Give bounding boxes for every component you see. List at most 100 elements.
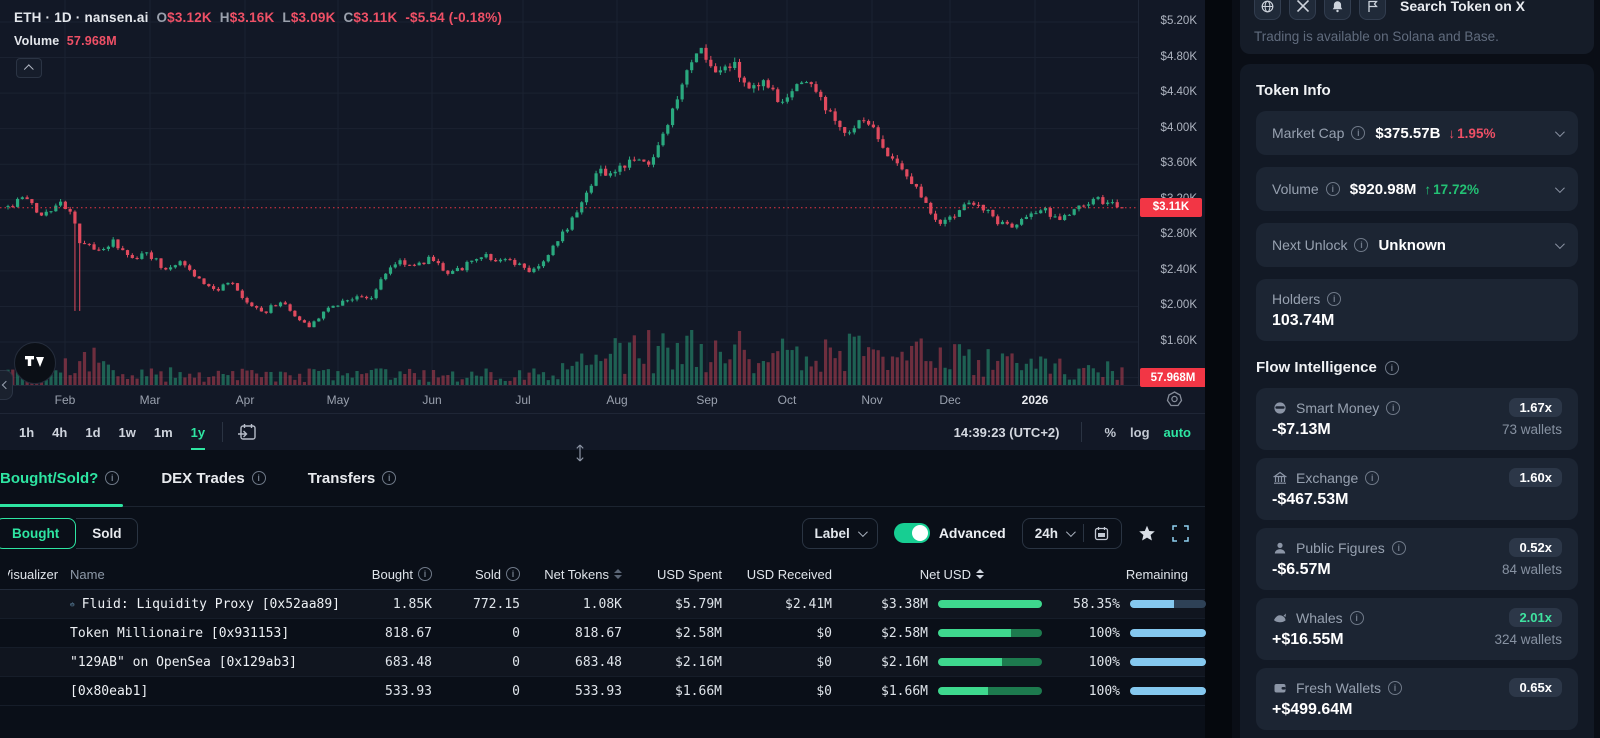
info-icon[interactable] (1354, 238, 1368, 252)
fullscreen-button[interactable] (1172, 525, 1189, 542)
flow-card-whales[interactable]: Whales2.01x+$16.55M324 wallets (1256, 598, 1578, 660)
header-remaining[interactable]: Remaining (1126, 567, 1188, 582)
chevron-down-icon[interactable] (1555, 239, 1565, 249)
time-range-dropdown[interactable]: 24h (1022, 518, 1122, 549)
header-bought[interactable]: Bought (372, 567, 413, 582)
table-row[interactable]: [0x80eab1]533.930533.93$1.66M$0$1.66M100… (0, 677, 1205, 706)
auto-scale-button[interactable]: auto (1164, 425, 1191, 440)
timeframe-4h[interactable]: 4h (43, 414, 76, 450)
goto-date-button[interactable] (237, 423, 258, 442)
info-icon[interactable] (1365, 471, 1379, 485)
volume-row[interactable]: Volume $920.98M ↑17.72% (1256, 167, 1578, 211)
price-chart-pane[interactable]: $5.20K$4.80K$4.40K$4.00K$3.60K$3.20K$2.8… (0, 0, 1205, 413)
timeframe-1d[interactable]: 1d (76, 414, 109, 450)
info-icon[interactable] (1351, 126, 1365, 140)
info-icon[interactable] (1388, 681, 1402, 695)
info-icon[interactable] (1327, 292, 1341, 306)
flow-multiplier-badge: 0.52x (1509, 538, 1562, 557)
header-usd-spent[interactable]: USD Spent (657, 567, 722, 582)
label-dropdown-value: Label (815, 526, 850, 541)
header-usd-received[interactable]: USD Received (747, 567, 832, 582)
remaining-bar (1130, 658, 1206, 666)
next-unlock-row[interactable]: Next Unlock Unknown (1256, 223, 1578, 267)
info-icon[interactable] (1326, 182, 1340, 196)
table-row[interactable]: Fluid: Liquidity Proxy [0x52aa89]1.85K77… (0, 590, 1205, 619)
date-axis[interactable]: FebMarAprMayJunJulAugSepOctNovDec2026 (0, 385, 1205, 413)
entity-name[interactable]: [0x80eab1] (70, 684, 148, 699)
symbol-title[interactable]: ETH · 1D · nansen.ai (14, 10, 149, 25)
info-icon[interactable] (1385, 361, 1399, 375)
info-icon[interactable] (1392, 541, 1406, 555)
header-net-tokens[interactable]: Net Tokens (544, 567, 609, 582)
price-axis[interactable]: $5.20K$4.80K$4.40K$4.00K$3.60K$3.20K$2.8… (1138, 0, 1205, 385)
name-cell[interactable]: Token Millionaire [0x931153] (70, 626, 340, 641)
header-net-usd[interactable]: Net USD (920, 567, 971, 582)
tab-transfers[interactable]: Transfers (288, 450, 419, 506)
info-icon[interactable] (418, 567, 432, 581)
sort-icon[interactable] (614, 569, 622, 579)
search-token-link[interactable]: Search Token on X (1400, 0, 1525, 14)
name-cell[interactable]: Fluid: Liquidity Proxy [0x52aa89] (70, 597, 340, 612)
flow-card-fresh-wallets[interactable]: Fresh Wallets0.65x+$499.64M (1256, 668, 1578, 730)
info-icon[interactable] (1386, 401, 1400, 415)
candlestick-chart[interactable] (0, 0, 1138, 386)
toggle-switch-on[interactable] (894, 523, 930, 543)
x-twitter-button[interactable] (1289, 0, 1316, 20)
calendar-icon[interactable] (1094, 526, 1109, 541)
legend-collapse-button[interactable] (16, 58, 42, 78)
bought-filter-button[interactable]: Bought (0, 518, 76, 549)
info-icon[interactable] (1350, 611, 1364, 625)
name-cell[interactable]: [0x80eab1] (70, 684, 340, 699)
name-cell[interactable]: "129AB" on OpenSea [0x129ab3] (70, 655, 340, 670)
filter-controls-row: Bought Sold Label Advanced 24h (0, 507, 1205, 559)
x-axis-tick: Dec (939, 393, 960, 407)
net-usd-bar-cell (928, 687, 1046, 695)
timeframe-1h[interactable]: 1h (10, 414, 43, 450)
timeframe-1y[interactable]: 1y (182, 414, 214, 450)
tab-dex-trades[interactable]: DEX Trades (141, 450, 287, 506)
sold-filter-button[interactable]: Sold (76, 518, 138, 549)
tradingview-logo[interactable] (14, 342, 56, 384)
website-button[interactable] (1254, 0, 1281, 20)
table-row[interactable]: "129AB" on OpenSea [0x129ab3]683.480683.… (0, 648, 1205, 677)
timeframe-1w[interactable]: 1w (110, 414, 145, 450)
market-cap-row[interactable]: Market Cap $375.57B ↓1.95% (1256, 111, 1578, 155)
favorite-star-button[interactable] (1138, 525, 1156, 542)
table-row[interactable]: Token Millionaire [0x931153]818.670818.6… (0, 619, 1205, 648)
toolbar-divider (222, 422, 223, 442)
clock-display[interactable]: 14:39:23 (UTC+2) (954, 425, 1060, 440)
chevron-down-icon[interactable] (1555, 183, 1565, 193)
entity-name[interactable]: "129AB" on OpenSea [0x129ab3] (70, 655, 297, 670)
flow-card-smart-money[interactable]: Smart Money1.67x-$7.13M73 wallets (1256, 388, 1578, 450)
pane-resize-handle[interactable] (574, 444, 586, 467)
chevron-down-icon[interactable] (1555, 127, 1565, 137)
sidebar-collapse-handle[interactable] (0, 370, 13, 400)
info-icon[interactable] (382, 471, 396, 485)
percent-scale-button[interactable]: % (1104, 425, 1116, 440)
x-axis-tick: Oct (778, 393, 797, 407)
tab-bought-sold[interactable]: Bought/Sold? (0, 450, 141, 506)
info-icon[interactable] (506, 567, 520, 581)
holders-row[interactable]: Holders 103.74M (1256, 279, 1578, 341)
log-scale-button[interactable]: log (1130, 425, 1150, 440)
sort-icon-active[interactable] (976, 569, 984, 579)
report-button[interactable] (1359, 0, 1386, 20)
remaining-bar (1130, 629, 1206, 637)
label-dropdown[interactable]: Label (802, 518, 878, 549)
alerts-button[interactable] (1324, 0, 1351, 20)
header-sold[interactable]: Sold (475, 567, 501, 582)
net-usd-bar (938, 658, 1042, 666)
axis-settings-icon[interactable] (1166, 391, 1183, 413)
flow-card-exchange[interactable]: Exchange1.60x-$467.53M (1256, 458, 1578, 520)
advanced-toggle[interactable]: Advanced (894, 523, 1006, 543)
header-name[interactable]: Name (70, 567, 105, 582)
close-label: C (343, 10, 353, 25)
entity-name[interactable]: Fluid: Liquidity Proxy [0x52aa89] (82, 597, 340, 612)
entity-name[interactable]: Token Millionaire [0x931153] (70, 626, 289, 641)
header-visualizer[interactable]: Visualizer (8, 567, 58, 582)
info-icon[interactable] (105, 471, 119, 485)
remaining-bar-cell (1120, 600, 1206, 608)
flow-card-public-figures[interactable]: Public Figures0.52x-$6.57M84 wallets (1256, 528, 1578, 590)
timeframe-1m[interactable]: 1m (145, 414, 182, 450)
info-icon[interactable] (252, 471, 266, 485)
